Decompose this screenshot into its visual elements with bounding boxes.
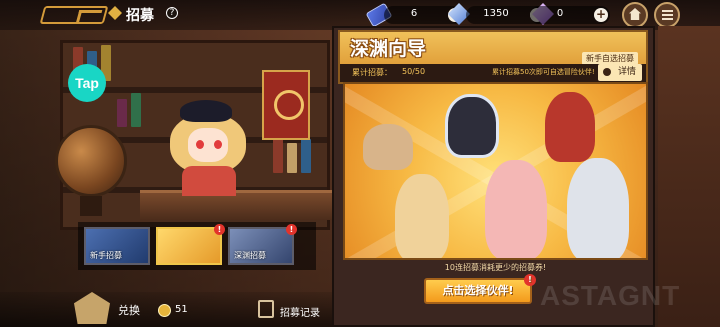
menu-button[interactable] xyxy=(654,2,680,28)
progress-value: 50/50 xyxy=(402,67,426,76)
record-icon[interactable] xyxy=(258,300,274,318)
progress-label: 累计招募： xyxy=(352,68,392,77)
character-dog xyxy=(363,124,413,170)
character-eye xyxy=(214,140,222,149)
watermark: ASTAGNT xyxy=(540,280,681,311)
book xyxy=(273,137,283,173)
book xyxy=(287,143,297,173)
page-title: 招募 xyxy=(126,8,154,24)
banner-thumb-label: 新手招募 xyxy=(90,251,122,260)
banner-thumb-3[interactable]: 深渊招募 ! xyxy=(228,224,297,265)
coin-icon xyxy=(158,304,171,317)
exchange-label[interactable]: 兑换 xyxy=(118,302,140,318)
character-pink-hair xyxy=(485,160,547,258)
desk xyxy=(140,190,350,220)
character-hat xyxy=(180,100,232,122)
alert-badge: ! xyxy=(286,224,297,235)
wall-banner xyxy=(262,70,310,140)
banner-thumbnails: 新手招募 ! 深渊招募 ! xyxy=(78,222,316,270)
globe xyxy=(55,125,127,197)
ticket-count: 6 xyxy=(410,8,418,19)
info-note: 累计招募50次即可自选冒险伙伴! xyxy=(492,68,595,76)
choose-partner-button[interactable]: 点击选择伙伴! ! xyxy=(424,274,536,304)
character-masked xyxy=(545,92,595,162)
panel-title: 深渊向导 xyxy=(350,38,427,60)
art-caption: 10连招募消耗更少的招募券! xyxy=(444,263,547,272)
guide-character[interactable] xyxy=(170,100,250,196)
blue-crystal-count: 1350 xyxy=(483,8,509,19)
banner-artwork xyxy=(343,82,648,260)
detail-button[interactable]: 详情 xyxy=(598,64,642,81)
book xyxy=(117,99,127,127)
banner-thumb-2[interactable]: ! xyxy=(156,224,225,265)
character-eye xyxy=(196,140,204,149)
recruit-record-button[interactable]: 招募记录 xyxy=(280,304,320,319)
alert-badge: ! xyxy=(214,224,225,235)
alert-badge: ! xyxy=(524,274,536,286)
home-button[interactable] xyxy=(622,2,648,28)
help-icon[interactable]: ? xyxy=(166,7,178,19)
choose-partner-label: 点击选择伙伴! xyxy=(442,284,514,297)
add-purple-crystal-button[interactable]: + xyxy=(594,8,608,22)
back-logo-button[interactable] xyxy=(39,6,109,24)
character-face xyxy=(188,128,228,162)
character-goggles xyxy=(395,174,449,258)
taptap-badge[interactable]: Tap xyxy=(68,64,106,102)
character-silver-hair xyxy=(567,158,629,258)
character-body xyxy=(182,166,236,196)
banner-thumb-1[interactable]: 新手招募 xyxy=(84,227,150,265)
coin-value: 51 xyxy=(175,304,188,315)
purple-crystal-count: 0 xyxy=(556,8,564,19)
character-robot xyxy=(445,94,499,158)
globe-stand xyxy=(80,196,102,216)
book xyxy=(131,93,141,127)
banner-thumb-label: 深渊招募 xyxy=(234,251,266,260)
book xyxy=(301,139,311,173)
resource-purple-crystal: 0 + xyxy=(530,6,610,24)
